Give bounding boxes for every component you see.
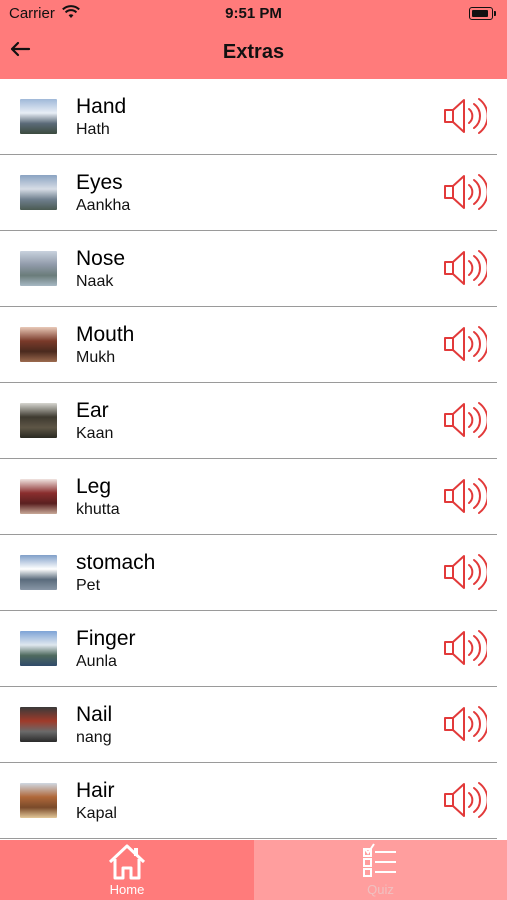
palace-thumbnail [20, 783, 57, 818]
list-item[interactable]: Nail nang [0, 687, 507, 763]
word-label: stomach [76, 551, 156, 574]
word-label: Mouth [76, 323, 135, 346]
home-icon [108, 844, 146, 880]
speaker-icon[interactable] [442, 96, 489, 136]
pagoda-thumbnail [20, 327, 57, 362]
pagoda-thumbnail [20, 479, 57, 514]
word-label: Nose [76, 247, 126, 270]
mountain-thumbnail [20, 99, 57, 134]
tab-bar: Home Quiz [0, 840, 507, 900]
translation-label: Hath [76, 121, 110, 138]
list-item[interactable]: Leg khutta [0, 459, 507, 535]
speaker-icon[interactable] [442, 552, 489, 592]
word-list: Hand Hath Eyes Aankha Nose Naak Mouth Mu… [0, 79, 507, 840]
speaker-icon[interactable] [442, 476, 489, 516]
translation-label: Kaan [76, 425, 114, 442]
speaker-icon[interactable] [442, 400, 489, 440]
list-item[interactable]: stomach Pet [0, 535, 507, 611]
speaker-icon[interactable] [442, 172, 489, 212]
temple-thumbnail [20, 707, 57, 742]
speaker-icon[interactable] [442, 324, 489, 364]
word-label: Nail [76, 703, 113, 726]
navigation-bar: Extras [0, 28, 507, 79]
tab-quiz-label: Quiz [367, 882, 394, 897]
translation-label: Aunla [76, 653, 117, 670]
row-divider [0, 838, 497, 839]
translation-label: khutta [76, 501, 120, 518]
status-bar: Carrier 9:51 PM [0, 0, 507, 28]
tab-home[interactable]: Home [0, 840, 254, 900]
page-title: Extras [222, 41, 285, 63]
lake-thumbnail [20, 251, 57, 286]
speaker-icon[interactable] [442, 704, 489, 744]
status-time: 9:51 PM [225, 5, 282, 22]
list-item[interactable]: Eyes Aankha [0, 155, 507, 231]
checklist-icon [363, 843, 396, 877]
translation-label: nang [76, 729, 112, 746]
word-label: Finger [76, 627, 136, 650]
temple-thumbnail [20, 403, 57, 438]
word-label: Hair [76, 779, 115, 802]
translation-label: Mukh [76, 349, 116, 366]
word-label: Ear [76, 399, 109, 422]
list-item[interactable]: Ear Kaan [0, 383, 507, 459]
word-label: Hand [76, 95, 127, 118]
speaker-icon[interactable] [442, 780, 489, 820]
list-item[interactable]: Nose Naak [0, 231, 507, 307]
lake-thumbnail [20, 631, 57, 666]
list-item[interactable]: Hair Kapal [0, 763, 507, 839]
list-item[interactable]: Mouth Mukh [0, 307, 507, 383]
lake-thumbnail [20, 175, 57, 210]
tab-home-label: Home [109, 882, 145, 897]
tab-quiz[interactable]: Quiz [254, 840, 507, 900]
translation-label: Aankha [76, 197, 131, 214]
list-item[interactable]: Hand Hath [0, 79, 507, 155]
translation-label: Naak [76, 273, 114, 290]
battery-icon [469, 7, 496, 20]
speaker-icon[interactable] [442, 628, 489, 668]
list-item[interactable]: Finger Aunla [0, 611, 507, 687]
translation-label: Pet [76, 577, 101, 594]
mountain-thumbnail [20, 555, 57, 590]
translation-label: Kapal [76, 805, 117, 822]
word-label: Leg [76, 475, 112, 498]
speaker-icon[interactable] [442, 248, 489, 288]
word-label: Eyes [76, 171, 123, 194]
